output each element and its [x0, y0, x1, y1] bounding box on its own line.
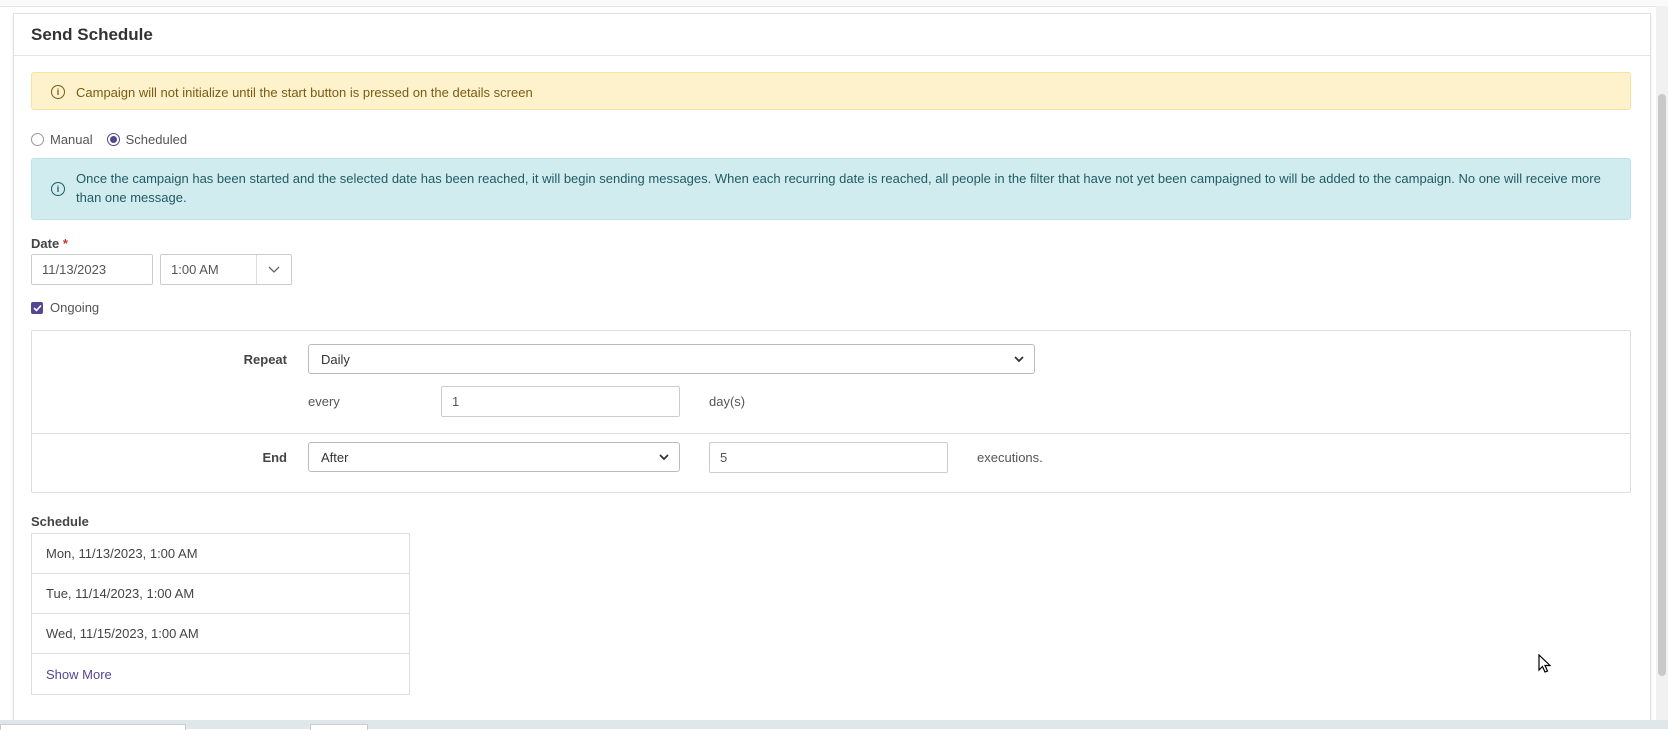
- unit-label: day(s): [709, 394, 746, 409]
- warning-alert-text: Campaign will not initialize until the s…: [76, 85, 533, 100]
- show-more-link[interactable]: Show More: [46, 667, 112, 682]
- list-item: Wed, 11/15/2023, 1:00 AM: [32, 614, 409, 654]
- mouse-cursor-icon: [1538, 653, 1552, 679]
- executions-label: executions.: [977, 450, 1043, 465]
- schedule-label: Schedule: [31, 514, 89, 529]
- send-mode-radio-group: Manual Scheduled: [31, 132, 201, 147]
- info-alert: i Once the campaign has been started and…: [31, 158, 1631, 220]
- repeat-label: Repeat: [243, 352, 287, 367]
- bottom-tab-strip: [0, 720, 1668, 730]
- show-more-row: Show More: [32, 654, 409, 694]
- info-circle-icon: i: [51, 182, 65, 196]
- ongoing-checkbox[interactable]: [31, 301, 43, 314]
- scheduled-radio-label: Scheduled: [125, 132, 188, 147]
- executions-count-input[interactable]: 5: [709, 442, 948, 473]
- repeat-select[interactable]: Daily: [308, 344, 1035, 374]
- top-border: [0, 0, 1668, 7]
- panel-header: Send Schedule: [14, 14, 1650, 56]
- every-label: every: [308, 394, 340, 409]
- scheduled-radio[interactable]: [106, 133, 120, 146]
- chevron-down-icon[interactable]: [256, 255, 291, 284]
- ongoing-checkbox-row[interactable]: Ongoing: [31, 300, 99, 315]
- ongoing-label: Ongoing: [50, 300, 100, 315]
- send-schedule-panel: Send Schedule i Campaign will not initia…: [13, 13, 1651, 721]
- time-select-value: 1:00 AM: [171, 262, 219, 277]
- chevron-down-icon: [1014, 345, 1024, 373]
- end-label: End: [262, 450, 287, 465]
- date-input[interactable]: 11/13/2023: [31, 254, 153, 285]
- manual-radio-option[interactable]: Manual: [31, 132, 93, 147]
- end-select-value: After: [321, 449, 349, 465]
- end-select[interactable]: After: [308, 442, 680, 472]
- manual-radio[interactable]: [31, 133, 44, 146]
- warning-alert: i Campaign will not initialize until the…: [31, 72, 1631, 110]
- vertical-scrollbar[interactable]: [1656, 6, 1668, 720]
- date-label: Date *: [31, 236, 68, 251]
- manual-radio-label: Manual: [50, 132, 93, 147]
- list-item: Tue, 11/14/2023, 1:00 AM: [32, 574, 409, 614]
- chevron-down-icon: [659, 443, 669, 471]
- repeat-select-value: Daily: [321, 351, 350, 367]
- scheduled-radio-option[interactable]: Scheduled: [106, 132, 188, 147]
- panel-title: Send Schedule: [31, 25, 153, 44]
- info-alert-text: Once the campaign has been started and t…: [76, 171, 1601, 205]
- list-item: Mon, 11/13/2023, 1:00 AM: [32, 534, 409, 574]
- schedule-list: Mon, 11/13/2023, 1:00 AM Tue, 11/14/2023…: [31, 533, 410, 695]
- time-select[interactable]: 1:00 AM: [160, 254, 292, 285]
- every-interval-input[interactable]: 1: [441, 386, 680, 417]
- info-circle-icon: i: [51, 85, 65, 99]
- scrollbar-thumb[interactable]: [1658, 94, 1666, 676]
- bottom-tab[interactable]: [0, 724, 186, 730]
- required-marker: *: [62, 236, 68, 251]
- bottom-tab[interactable]: [310, 724, 368, 730]
- divider: [32, 433, 1630, 434]
- recurrence-rule-box: Repeat Daily every 1 day(s) End After 5 …: [31, 330, 1631, 493]
- date-label-text: Date: [31, 236, 60, 251]
